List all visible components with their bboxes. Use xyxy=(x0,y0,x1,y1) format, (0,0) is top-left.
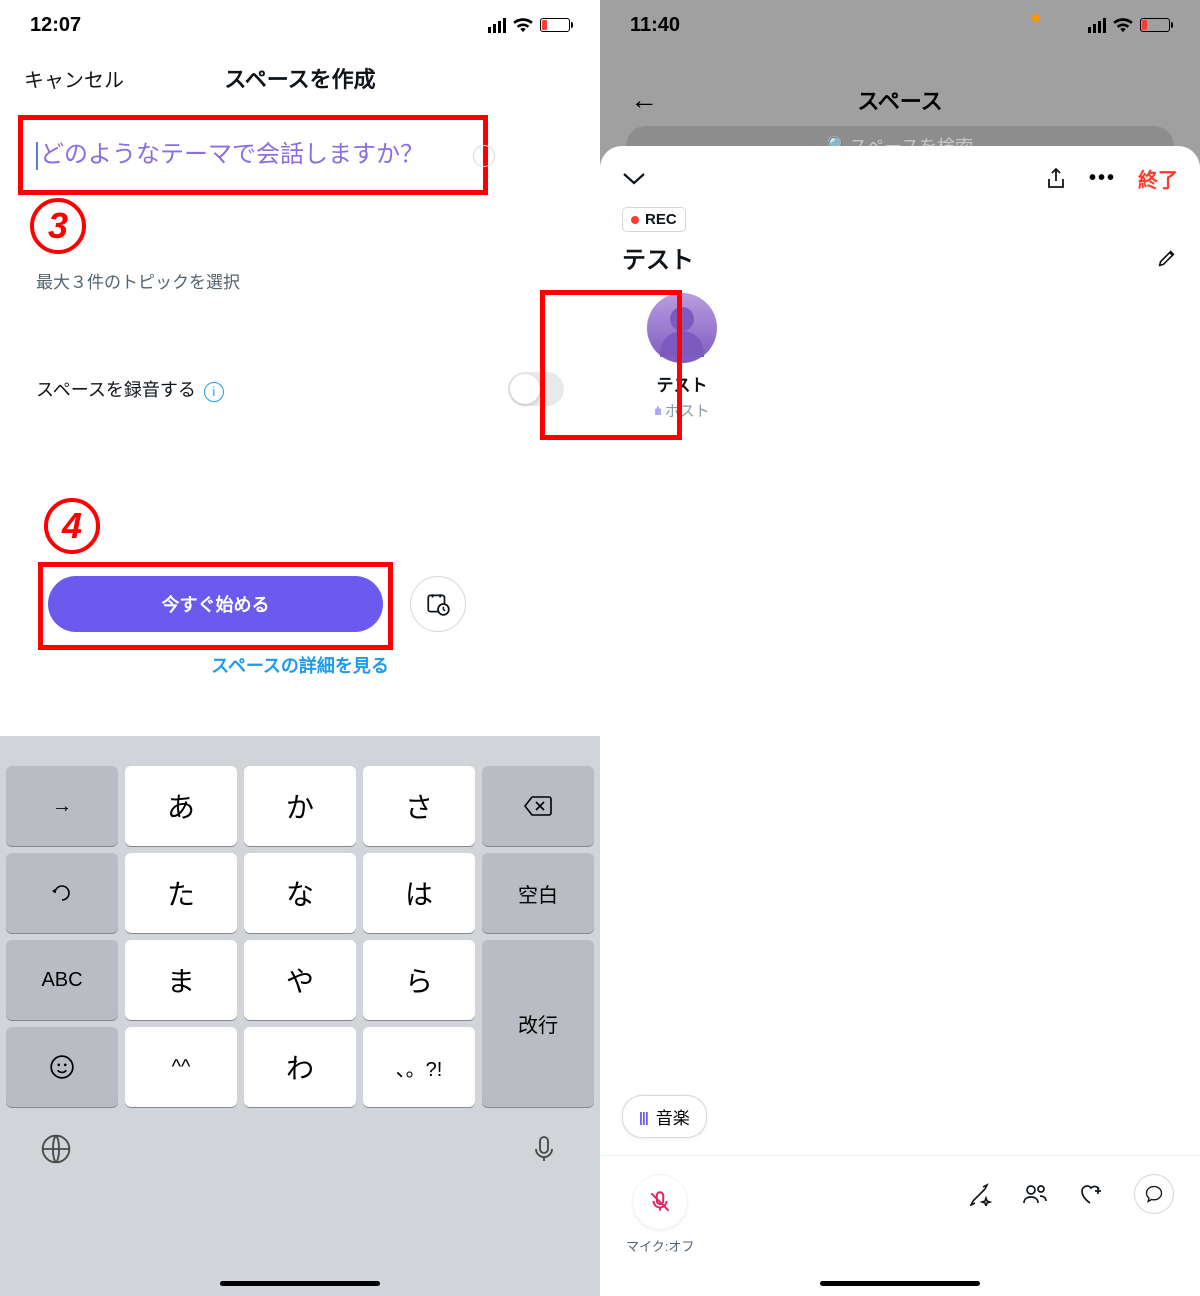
mic-toggle-button[interactable] xyxy=(632,1174,688,1230)
rec-badge: REC xyxy=(622,207,686,232)
recording-indicator-dot xyxy=(1032,14,1040,22)
heart-plus-icon xyxy=(1078,1182,1104,1206)
key-ya[interactable]: や xyxy=(244,940,356,1020)
cancel-button[interactable]: キャンセル xyxy=(24,64,124,93)
music-label: 音楽 xyxy=(656,1104,690,1129)
annotation-4: 4 xyxy=(44,498,100,554)
globe-button[interactable] xyxy=(40,1133,72,1165)
key-ta[interactable]: た xyxy=(125,853,237,933)
clear-icon[interactable] xyxy=(473,145,495,167)
status-bar-right: 11:40 xyxy=(600,0,1200,50)
emoji-icon xyxy=(49,1054,75,1080)
home-indicator xyxy=(220,1281,380,1286)
effects-button[interactable] xyxy=(968,1182,992,1206)
space-title: テスト xyxy=(622,240,694,275)
share-button[interactable] xyxy=(1045,167,1067,191)
status-time: 12:07 xyxy=(30,14,81,37)
share-icon xyxy=(1045,167,1067,191)
key-space[interactable]: 空白 xyxy=(482,853,594,933)
undo-icon xyxy=(50,881,74,905)
key-sa[interactable]: さ xyxy=(363,766,475,846)
battery-icon xyxy=(540,18,570,32)
key-emoji[interactable] xyxy=(6,1027,118,1107)
key-ma[interactable]: ま xyxy=(125,940,237,1020)
status-icons-right xyxy=(1088,17,1170,33)
schedule-button[interactable] xyxy=(410,576,466,632)
key-a[interactable]: あ xyxy=(125,766,237,846)
wifi-icon xyxy=(1112,17,1134,33)
key-return[interactable]: 改行 xyxy=(482,940,594,1107)
rec-label: REC xyxy=(645,211,677,228)
topic-select-label[interactable]: 最大３件のトピックを選択 xyxy=(36,268,240,293)
status-time-right: 11:40 xyxy=(630,14,680,37)
music-bars-icon: ||| xyxy=(639,1109,648,1125)
status-bar: 12:07 xyxy=(0,0,600,50)
music-button[interactable]: ||| 音楽 xyxy=(622,1095,707,1138)
bg-header: ← スペース xyxy=(600,70,1200,130)
theme-input[interactable]: どのようなテーマで会話しますか？ xyxy=(36,134,424,170)
highlight-participant xyxy=(540,290,682,440)
right-pane: 11:40 ← スペース 🔍 スペースを検索 ••• 終了 REC テスト xyxy=(600,0,1200,1296)
end-button[interactable]: 終了 xyxy=(1138,164,1178,193)
more-button[interactable]: ••• xyxy=(1089,167,1116,190)
space-toolbar: マイク:オフ xyxy=(600,1156,1200,1296)
chevron-down-icon xyxy=(622,172,646,186)
annotation-3: 3 xyxy=(30,198,86,254)
space-detail-link[interactable]: スペースの詳細を見る xyxy=(0,652,600,678)
key-abc[interactable]: ABC xyxy=(6,940,118,1020)
wifi-icon xyxy=(512,17,534,33)
space-sheet: ••• 終了 REC テスト テスト ılıホスト ||| 音楽 マイク:オフ xyxy=(600,146,1200,1296)
left-pane: 12:07 キャンセル スペースを作成 どのようなテーマで会話しますか？ 3 最… xyxy=(0,0,600,1296)
back-arrow[interactable]: ← xyxy=(630,84,658,116)
key-next[interactable]: → xyxy=(6,766,118,846)
keyboard: → あ か さ た な は 空白 ABC ま や ら 改行 ^^ わ 、。?! xyxy=(0,696,600,1296)
record-row: スペースを録音するi xyxy=(36,372,564,406)
key-kaomoji[interactable]: ^^ xyxy=(125,1027,237,1107)
chat-icon xyxy=(1144,1184,1164,1204)
pencil-icon xyxy=(1156,247,1178,269)
rec-dot-icon xyxy=(631,216,639,224)
collapse-chevron[interactable] xyxy=(622,172,646,186)
key-backspace[interactable] xyxy=(482,766,594,846)
cellular-icon xyxy=(1088,18,1106,33)
mic-off-icon xyxy=(647,1189,673,1215)
people-icon xyxy=(1022,1183,1048,1205)
chat-button[interactable] xyxy=(1134,1174,1174,1214)
header-title: スペースを作成 xyxy=(224,62,375,94)
key-ra[interactable]: ら xyxy=(363,940,475,1020)
key-na[interactable]: な xyxy=(244,853,356,933)
bg-title: スペース xyxy=(857,84,942,116)
key-ha[interactable]: は xyxy=(363,853,475,933)
globe-icon xyxy=(40,1133,72,1165)
home-indicator-right xyxy=(820,1281,980,1286)
people-button[interactable] xyxy=(1022,1183,1048,1205)
key-wa[interactable]: わ xyxy=(244,1027,356,1107)
start-now-button[interactable]: 今すぐ始める xyxy=(48,576,383,632)
dictation-button[interactable] xyxy=(528,1133,560,1165)
sparkle-icon xyxy=(968,1182,992,1206)
react-button[interactable] xyxy=(1078,1182,1104,1206)
mic-icon xyxy=(528,1133,560,1165)
edit-title-button[interactable] xyxy=(1156,247,1178,269)
calendar-clock-icon xyxy=(425,591,451,617)
theme-placeholder: どのようなテーマで会話しますか？ xyxy=(40,141,424,168)
mic-status-label: マイク:オフ xyxy=(626,1236,694,1255)
create-space-header: キャンセル スペースを作成 xyxy=(0,50,600,106)
key-ka[interactable]: か xyxy=(244,766,356,846)
cellular-icon xyxy=(488,18,506,33)
status-icons xyxy=(488,17,570,33)
key-punct[interactable]: 、。?! xyxy=(363,1027,475,1107)
info-icon[interactable]: i xyxy=(204,382,224,402)
record-label: スペースを録音するi xyxy=(36,376,224,402)
battery-icon xyxy=(1140,18,1170,32)
backspace-icon xyxy=(523,795,553,817)
key-undo[interactable] xyxy=(6,853,118,933)
